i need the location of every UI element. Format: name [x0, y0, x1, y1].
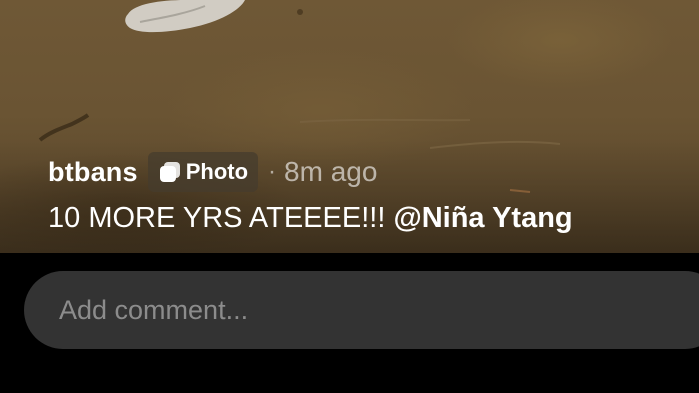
media-type-badge: Photo	[147, 152, 259, 192]
meta-separator: ·	[268, 158, 277, 185]
mention-link[interactable]: @Niña Ytang	[393, 202, 572, 234]
add-comment-input[interactable]	[59, 294, 619, 326]
caption-text: 10 MORE YRS ATEEEE!!! @Niña Ytang	[48, 202, 688, 235]
post-viewer: btbans Photo · 8m ago 10 MORE YRS ATEEEE…	[0, 0, 699, 393]
caption-body: 10 MORE YRS ATEEEE!!!	[48, 202, 394, 234]
username-link[interactable]: btbans	[48, 157, 138, 188]
post-meta-row: btbans Photo · 8m ago	[48, 150, 688, 194]
photo-icon	[159, 162, 180, 182]
post-timestamp: 8m ago	[284, 156, 378, 187]
post-caption: btbans Photo · 8m ago 10 MORE YRS ATEEEE…	[48, 150, 688, 235]
media-type-label: Photo	[185, 159, 249, 184]
comment-bar[interactable]	[24, 271, 699, 349]
